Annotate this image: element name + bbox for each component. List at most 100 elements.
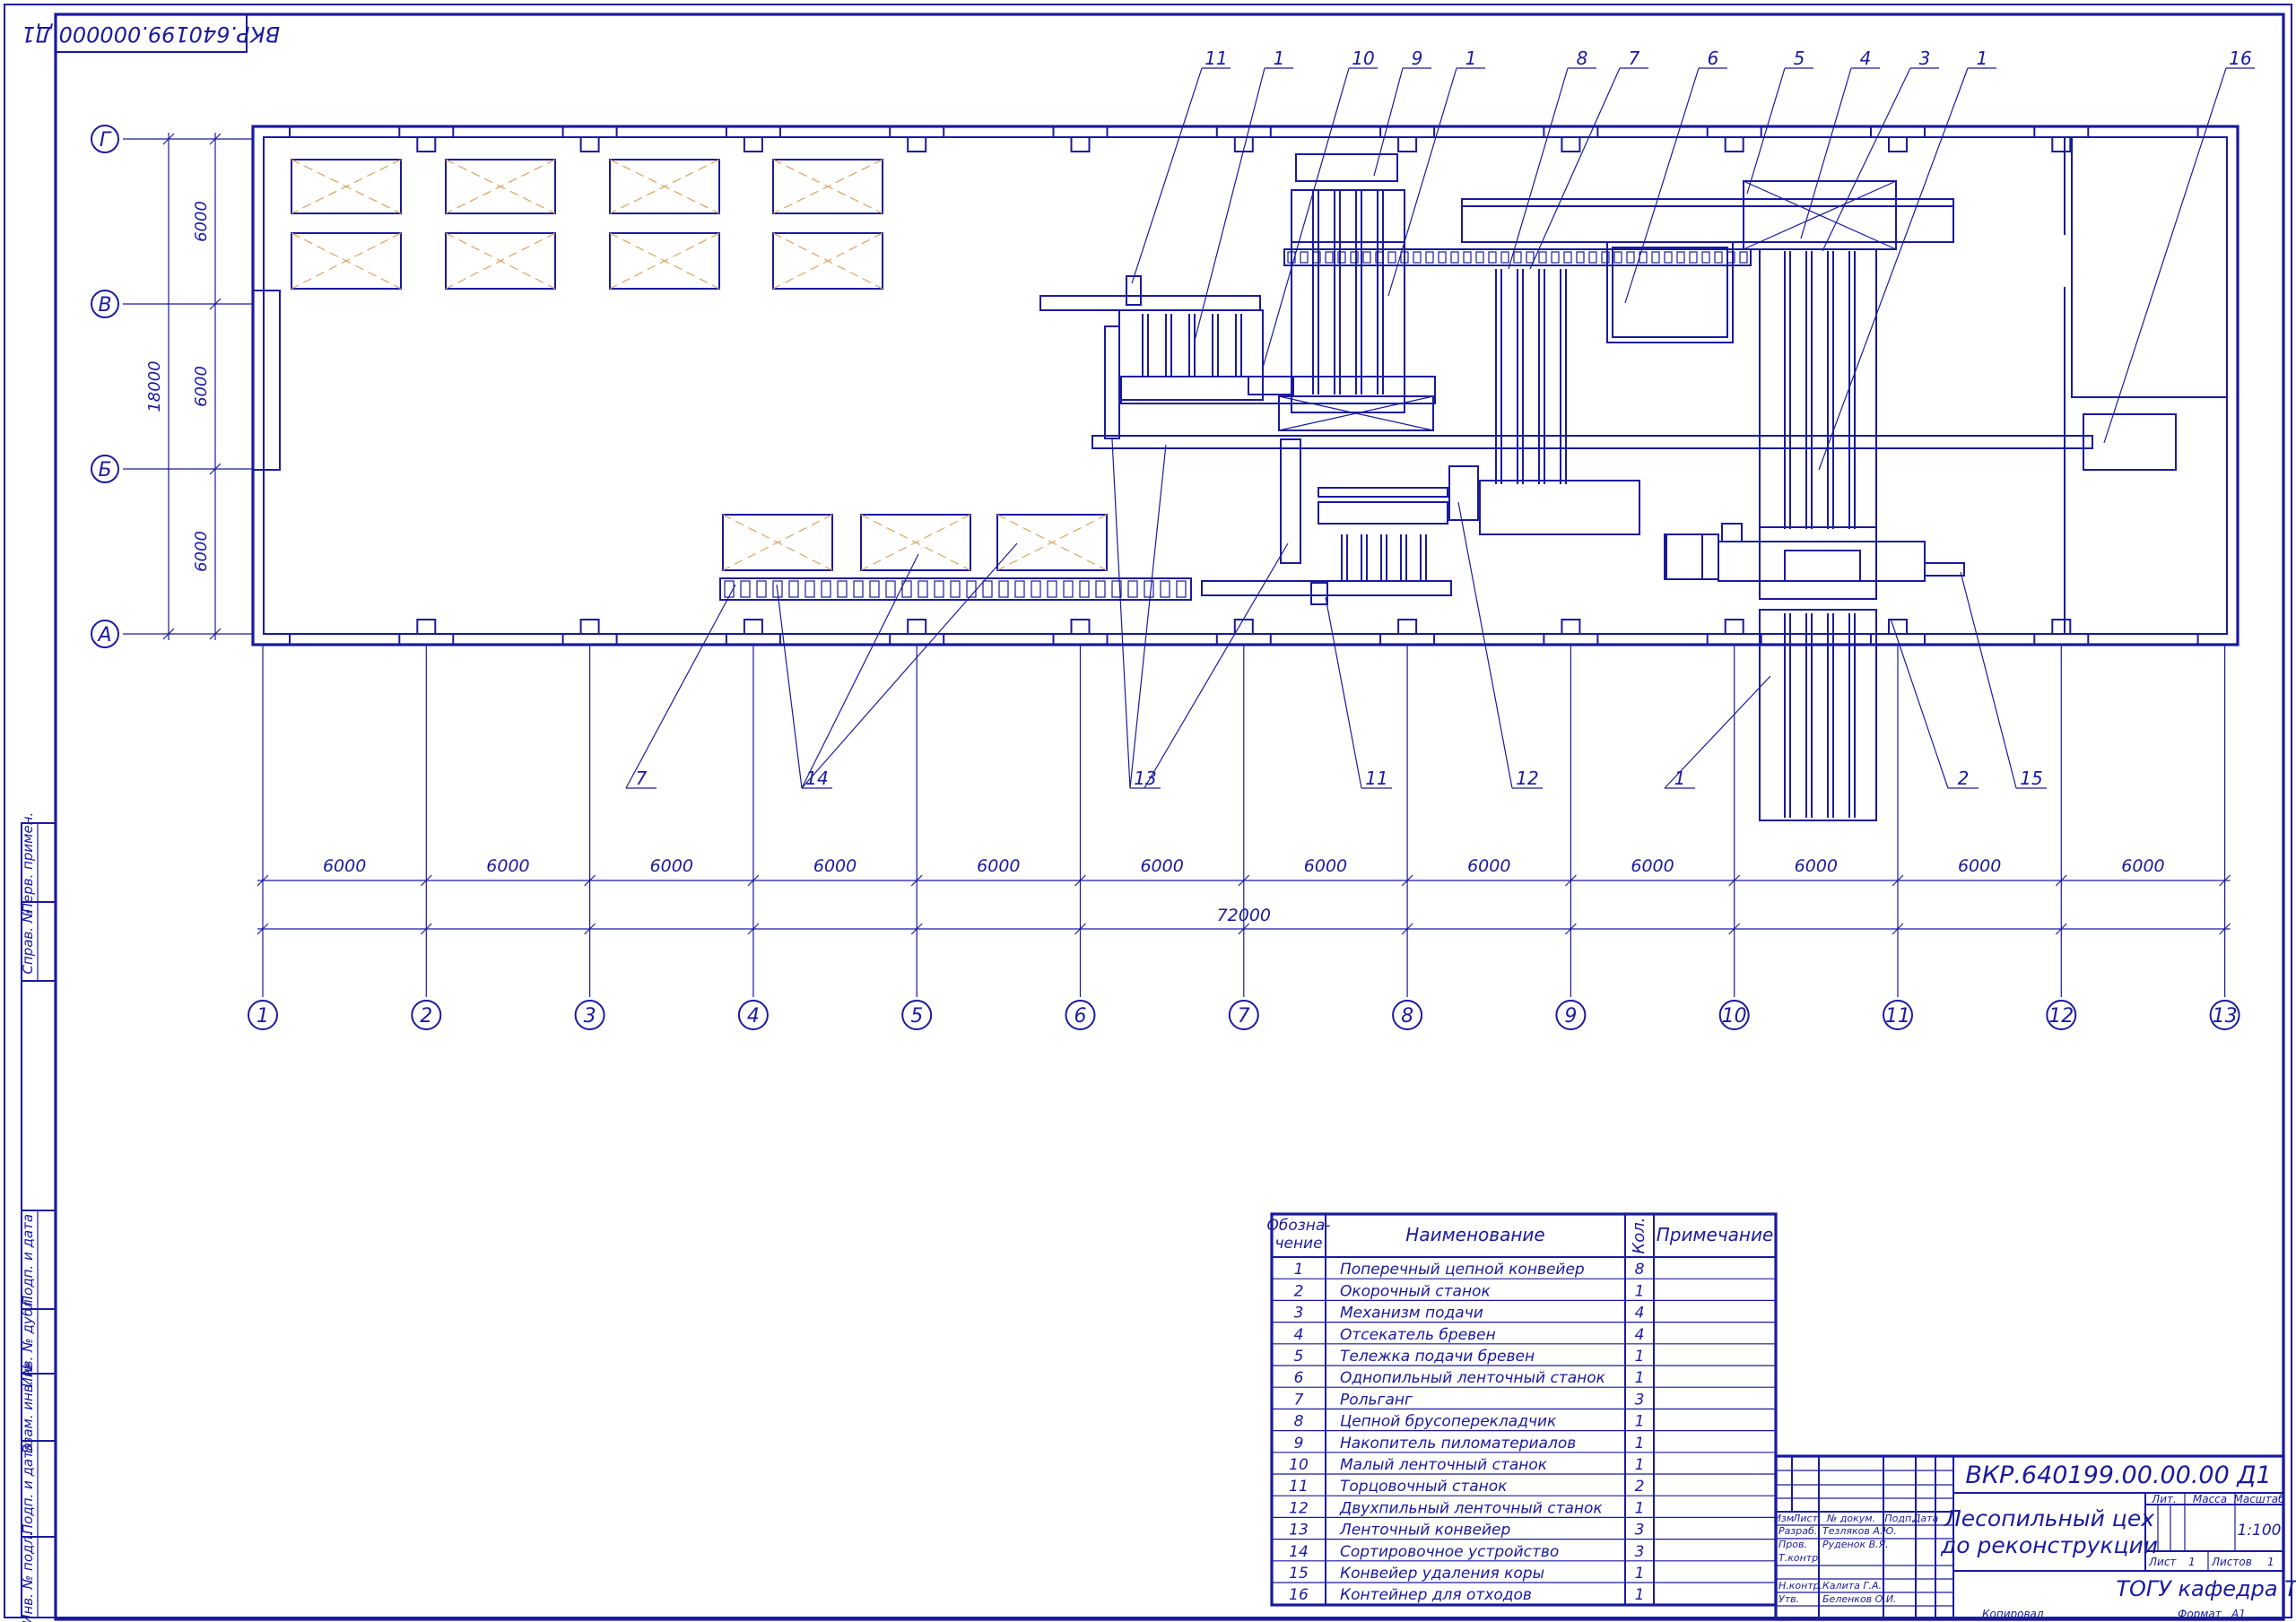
column-axis-label: 6 xyxy=(1074,1005,1087,1028)
spec-row-qty: 3 xyxy=(1635,1522,1645,1540)
spec-row-qty: 4 xyxy=(1635,1305,1645,1323)
tb-format-label: Формат xyxy=(2178,1608,2222,1620)
spec-row-number: 8 xyxy=(1294,1413,1304,1431)
tb-format-value: А1 xyxy=(2231,1608,2246,1620)
callout-number: 3 xyxy=(1919,48,1931,69)
tb-doc-code: ВКР.640199.00.00.00 Д1 xyxy=(1965,1462,2271,1489)
spec-header-qty: Кол. xyxy=(1630,1217,1648,1253)
spec-header-designation-1: Обозна- xyxy=(1267,1217,1331,1235)
tb-person: Руденок В.Я. xyxy=(1822,1539,1889,1550)
spec-row-number: 7 xyxy=(1294,1391,1304,1409)
column-dim-label: 6000 xyxy=(1958,856,2001,876)
callout-number: 1 xyxy=(1274,48,1285,69)
column-axes: 1 2 3 4 5 6 7 8 9 10 11 12 136000 6000 6000 6000 6000 600… xyxy=(248,645,2240,1030)
spec-row-qty: 8 xyxy=(1635,1261,1645,1279)
column-dim-label: 6000 xyxy=(1304,856,1347,876)
spec-row-name: Отсекатель бревен xyxy=(1340,1326,1496,1344)
tb-organization: ТОГУ кафедра ТД xyxy=(2116,1576,2296,1601)
column-axis-label: 1 xyxy=(257,1005,269,1028)
rotated-stamp-text: ВКР.640199.000000 Д1 xyxy=(22,22,280,47)
spec-row-number: 6 xyxy=(1294,1369,1304,1387)
spec-row-qty: 1 xyxy=(1635,1348,1645,1366)
spec-row-number: 2 xyxy=(1294,1282,1304,1300)
callout-number: 1 xyxy=(1465,48,1477,69)
tb-person: Тезляков А.Ю. xyxy=(1822,1525,1897,1537)
spec-row-qty: 1 xyxy=(1635,1435,1645,1453)
spec-row-number: 5 xyxy=(1294,1348,1304,1366)
callout-number: 7 xyxy=(636,768,648,789)
row-axis-label: Б xyxy=(98,459,111,481)
spec-row-qty: 3 xyxy=(1635,1543,1645,1561)
callout-number: 5 xyxy=(1794,48,1805,69)
callout-number: 6 xyxy=(1708,48,1719,69)
column-dim-label: 6000 xyxy=(977,856,1020,876)
spec-header-note: Примечание xyxy=(1657,1224,1774,1245)
spec-row-name: Торцовочный станок xyxy=(1340,1478,1508,1496)
sheet-outer-border xyxy=(4,4,2292,1618)
spec-row-qty: 1 xyxy=(1635,1456,1645,1474)
side-label-replace-no: Взам. инв. № xyxy=(20,1362,36,1453)
callout-number: 2 xyxy=(1958,768,1970,789)
tb-col-header: Лист xyxy=(1792,1513,1818,1524)
spec-row-qty: 3 xyxy=(1635,1391,1645,1409)
spec-row-name: Тележка подачи бревен xyxy=(1340,1348,1535,1366)
spec-row-number: 16 xyxy=(1289,1586,1309,1604)
column-axis-label: 13 xyxy=(2213,1005,2238,1028)
tb-sheet-value: 1 xyxy=(2188,1556,2196,1568)
column-axis-label: 3 xyxy=(584,1005,596,1028)
row-total-dim-label: 18000 xyxy=(145,360,164,412)
column-dim-label: 6000 xyxy=(323,856,366,876)
row-dim-label: 6000 xyxy=(192,366,211,407)
spec-row-number: 10 xyxy=(1289,1456,1309,1474)
tb-copied-label: Копировал xyxy=(1982,1608,2044,1620)
spec-row-name: Механизм подачи xyxy=(1340,1305,1483,1323)
column-dim-label: 6000 xyxy=(2121,856,2164,876)
row-dim-label: 6000 xyxy=(192,531,211,572)
callout-number: 15 xyxy=(2020,768,2042,789)
spec-row-name: Двухпильный ленточный станок xyxy=(1339,1499,1603,1517)
spec-row-number: 1 xyxy=(1294,1261,1304,1279)
callout-number: 16 xyxy=(2229,48,2251,69)
lumber-stacks xyxy=(291,159,1108,571)
specification-table: Обозна- чение Наименование Кол. Примечан… xyxy=(1267,1212,1778,1607)
tb-sheets-label: Листов xyxy=(2211,1556,2252,1568)
side-label-sign-date-1: Подп. и дата xyxy=(20,1214,36,1305)
column-axis-label: 9 xyxy=(1564,1005,1577,1028)
callout-number: 4 xyxy=(1860,48,1872,69)
spec-row-number: 13 xyxy=(1289,1522,1309,1540)
callout-number: 12 xyxy=(1516,768,1538,789)
spec-row-qty: 4 xyxy=(1635,1326,1645,1344)
tb-title-line2: до реконструкции xyxy=(1940,1532,2158,1558)
column-axis-label: 12 xyxy=(2048,1005,2074,1028)
floor-plan-drawing: ВКР.640199.000000 Д1 Перв. примен. Справ… xyxy=(4,4,2296,1622)
spec-row-name: Малый ленточный станок xyxy=(1340,1456,1548,1474)
column-axis-label: 7 xyxy=(1238,1005,1250,1028)
column-dim-label: 6000 xyxy=(1631,856,1674,876)
spec-row-number: 9 xyxy=(1294,1435,1304,1453)
callout-number: 1 xyxy=(1977,48,1988,69)
tb-scale-value: 1:100 xyxy=(2238,1522,2282,1540)
equipment xyxy=(719,153,2177,821)
spec-row-name: Конвейер удаления коры xyxy=(1340,1565,1544,1583)
tb-role: Т.контр. xyxy=(1779,1552,1822,1564)
column-axis-label: 2 xyxy=(420,1005,432,1028)
tb-person: Калита Г.А. xyxy=(1822,1580,1882,1592)
row-axes: Г В Б А 6000 6000 6000 18000 xyxy=(91,125,253,648)
rotated-stamp: ВКР.640199.000000 Д1 xyxy=(22,13,280,53)
spec-row-qty: 1 xyxy=(1635,1586,1645,1604)
spec-row-number: 14 xyxy=(1289,1543,1309,1561)
column-axis-label: 11 xyxy=(1885,1005,1910,1028)
column-dim-label: 6000 xyxy=(813,856,857,876)
spec-row-qty: 1 xyxy=(1635,1282,1645,1300)
spec-row-name: Контейнер для отходов xyxy=(1340,1586,1532,1604)
spec-row-qty: 2 xyxy=(1635,1478,1645,1496)
tb-person: Беленков О.И. xyxy=(1822,1593,1897,1605)
spec-row-number: 11 xyxy=(1289,1478,1309,1496)
spec-row-name: Рольганг xyxy=(1340,1391,1413,1409)
spec-row-name: Поперечный цепной конвейер xyxy=(1340,1261,1585,1279)
side-label-first-use: Перв. примен. xyxy=(20,812,36,914)
tb-col-header: Подп. xyxy=(1884,1513,1914,1524)
column-dim-label: 6000 xyxy=(1140,856,1183,876)
drawing-frame xyxy=(54,13,2285,1621)
spec-row-qty: 1 xyxy=(1635,1499,1645,1517)
